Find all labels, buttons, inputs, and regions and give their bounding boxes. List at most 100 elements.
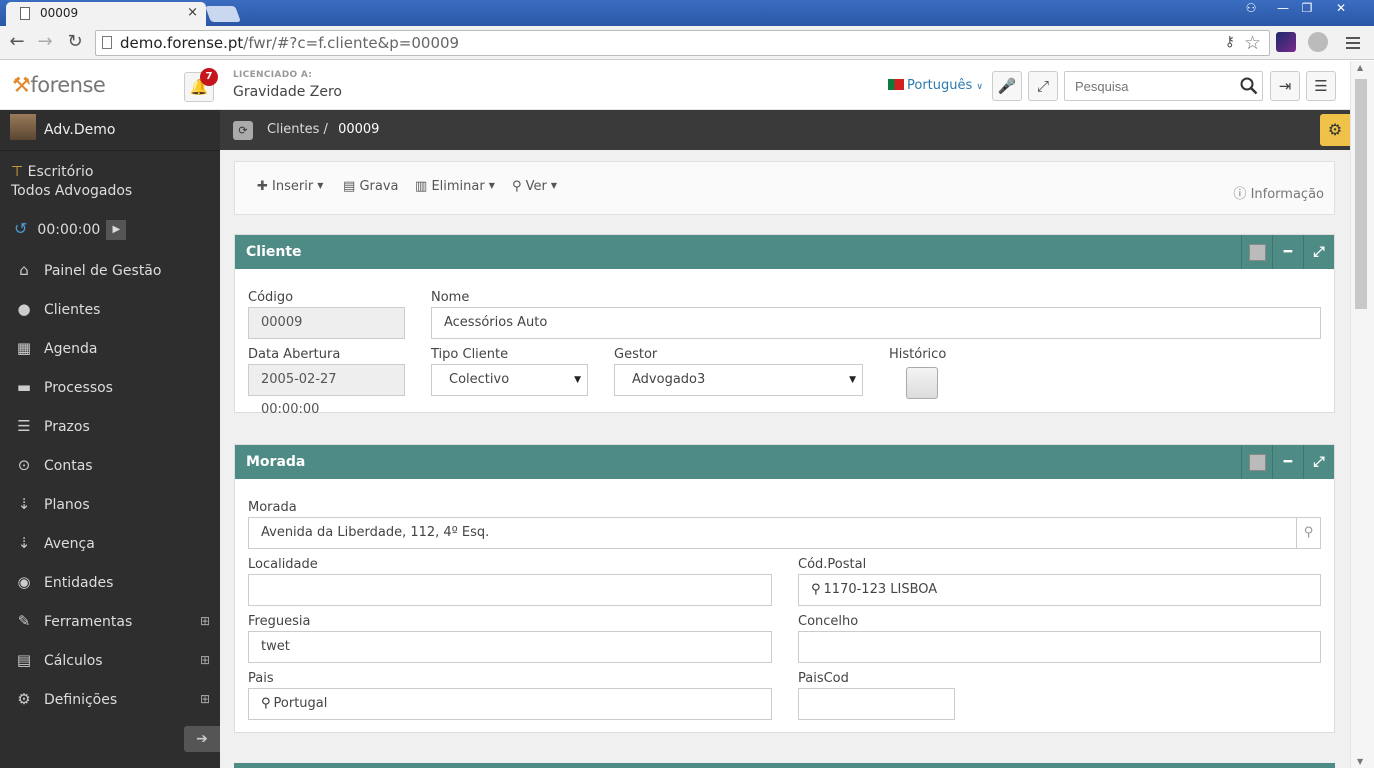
sidebar-item-prazos[interactable]: ☰ Prazos	[0, 407, 220, 446]
tab-title: 00009	[40, 6, 79, 20]
expand-icon[interactable]: ⊞	[200, 680, 210, 719]
fullscreen-button[interactable]: ⤢	[1028, 71, 1058, 101]
sidebar: Adv.Demo ⊤ Escritório Todos Advogados ↺ 0…	[0, 110, 220, 768]
map-marker-icon[interactable]: ⚲	[1296, 518, 1320, 548]
nome-field[interactable]: Acessórios Auto	[431, 307, 1321, 339]
page-icon	[20, 7, 30, 20]
minimize-button[interactable]: —	[1270, 0, 1296, 18]
new-tab-button[interactable]	[205, 6, 241, 22]
scrollbar-thumb[interactable]	[1355, 79, 1367, 309]
user-profile[interactable]: Adv.Demo	[0, 110, 220, 151]
address-toolbar: ← → ↻ demo.forense.pt/fwr/#?c=f.cliente&…	[0, 26, 1374, 60]
freguesia-field[interactable]: twet	[248, 631, 772, 663]
gestor-label: Gestor	[614, 347, 658, 362]
sidebar-item-processos[interactable]: ▬ Processos	[0, 368, 220, 407]
menu-button[interactable]: ☰	[1306, 71, 1336, 101]
expand-icon[interactable]: ⊞	[200, 602, 210, 641]
localidade-field[interactable]	[248, 574, 772, 606]
sidebar-item-ferramentas[interactable]: ✎ Ferramentas ⊞	[0, 602, 220, 641]
sidebar-item-c-lculos[interactable]: ▤ Cálculos ⊞	[0, 641, 220, 680]
concelho-label: Concelho	[798, 614, 859, 629]
sidebar-item-contas[interactable]: ⊙ Contas	[0, 446, 220, 485]
morada-panel-title: Morada	[246, 454, 306, 470]
money-icon: ⊙	[17, 456, 31, 474]
history-icon: ↺	[14, 219, 28, 238]
refresh-button[interactable]: ⟳	[233, 121, 253, 140]
url-path: /fwr/#?c=f.cliente&p=00009	[243, 34, 460, 52]
play-button[interactable]: ▶	[106, 220, 127, 240]
panel-color-button[interactable]	[1241, 445, 1272, 479]
restore-button[interactable]: ❐	[1294, 0, 1320, 18]
morada-field[interactable]: Avenida da Liberdade, 112, 4º Esq. ⚲	[248, 517, 1321, 549]
back-arrow-icon[interactable]: ←	[6, 32, 28, 52]
expand-icon[interactable]: ⊞	[200, 641, 210, 680]
expand-panel-icon[interactable]: ⤢	[1303, 235, 1334, 269]
view-button[interactable]: ⚲ Ver ▼	[512, 179, 557, 194]
codpostal-field[interactable]: ⚲ 1170-123 LISBOA	[798, 574, 1321, 606]
gestor-select[interactable]: Advogado3 ▼	[614, 364, 863, 396]
office-selector[interactable]: ⊤ Escritório Todos Advogados	[0, 151, 220, 201]
sidebar-item-entidades[interactable]: ◉ Entidades	[0, 563, 220, 602]
key-icon[interactable]: ⚷	[1225, 34, 1235, 50]
sidebar-item-agenda[interactable]: ▦ Agenda	[0, 329, 220, 368]
zoom-icon: ⚲	[512, 179, 522, 194]
sidebar-item-planos[interactable]: ⇣ Planos	[0, 485, 220, 524]
calculator-icon: ▤	[16, 651, 32, 669]
app-header: ⚒forense 🔔 LICENCIADO A: Gravidade Zero …	[0, 61, 1350, 110]
info-button[interactable]: ⓘ Informação	[1233, 183, 1324, 202]
cliente-panel: Cliente ━ ⤢ Código 00009 Nome Acessórios…	[234, 234, 1335, 417]
page-scrollbar[interactable]: ▲ ▼	[1350, 61, 1374, 768]
search-icon: ⚲	[261, 696, 271, 711]
browser-tab[interactable]: 00009 ×	[6, 2, 206, 26]
profile-icon[interactable]: ⚇	[1238, 0, 1264, 18]
breadcrumb-bar: ⟳ Clientes / 00009 ⚙	[220, 110, 1350, 150]
sidebar-item-label: Entidades	[44, 575, 114, 591]
sidebar-item-painel-de-gest-o[interactable]: ⌂ Painel de Gestão	[0, 251, 220, 290]
user-name: Adv.Demo	[44, 122, 116, 138]
logout-button[interactable]: ⇥	[1270, 71, 1300, 101]
scroll-down-icon[interactable]: ▼	[1357, 757, 1363, 766]
collapse-sidebar-button[interactable]: ➔	[184, 726, 220, 752]
nome-label: Nome	[431, 290, 470, 305]
browser-menu-icon[interactable]	[1346, 34, 1360, 50]
sidebar-item-clientes[interactable]: ● Clientes	[0, 290, 220, 329]
minimize-panel-icon[interactable]: ━	[1272, 445, 1303, 479]
save-button[interactable]: ▤ Grava	[343, 179, 398, 194]
scroll-up-icon[interactable]: ▲	[1357, 63, 1363, 72]
panel-color-button[interactable]	[1241, 235, 1272, 269]
paiscod-label: PaisCod	[798, 671, 849, 686]
breadcrumb-clientes[interactable]: Clientes	[267, 122, 319, 137]
microphone-button[interactable]: 🎤	[992, 71, 1022, 101]
minimize-panel-icon[interactable]: ━	[1272, 235, 1303, 269]
close-window-button[interactable]: ✕	[1326, 0, 1356, 18]
search-input[interactable]	[1064, 71, 1263, 101]
historico-checkbox[interactable]	[906, 367, 938, 399]
pais-field[interactable]: ⚲ Portugal	[248, 688, 772, 720]
tipo-cliente-select[interactable]: Colectivo ▼	[431, 364, 588, 396]
sidebar-item-label: Definições	[44, 692, 118, 708]
sidebar-item-defini-es[interactable]: ⚙ Definições ⊞	[0, 680, 220, 719]
extension-icon[interactable]	[1308, 32, 1328, 52]
bookmark-star-icon[interactable]: ☆	[1244, 32, 1261, 54]
delete-button[interactable]: ▥ Eliminar ▼	[415, 179, 495, 194]
forense-logo[interactable]: ⚒forense	[12, 73, 106, 97]
search-icon[interactable]	[1240, 77, 1258, 95]
sidebar-item-label: Planos	[44, 497, 90, 513]
tab-close-icon[interactable]: ×	[187, 5, 198, 20]
expand-panel-icon[interactable]: ⤢	[1303, 445, 1334, 479]
timer: ↺ 00:00:00 ▶	[0, 211, 220, 251]
reload-icon[interactable]: ↻	[64, 32, 86, 52]
insert-button[interactable]: ✚ Inserir ▼	[257, 179, 323, 194]
url-input[interactable]: demo.forense.pt/fwr/#?c=f.cliente&p=0000…	[95, 30, 1270, 56]
calendar-icon: ▦	[16, 339, 32, 357]
extension-icon[interactable]	[1276, 32, 1296, 52]
cogs-icon: ⚙	[17, 690, 31, 708]
sidebar-item-label: Painel de Gestão	[44, 263, 162, 279]
language-selector[interactable]: Português ∨	[888, 78, 983, 93]
paiscod-field[interactable]	[798, 688, 955, 720]
forward-arrow-icon[interactable]: →	[34, 32, 56, 52]
wrench-icon: ✎	[17, 612, 31, 630]
concelho-field[interactable]	[798, 631, 1321, 663]
sidebar-item-aven-a[interactable]: ⇣ Avença	[0, 524, 220, 563]
settings-gear-button[interactable]: ⚙	[1320, 114, 1350, 146]
